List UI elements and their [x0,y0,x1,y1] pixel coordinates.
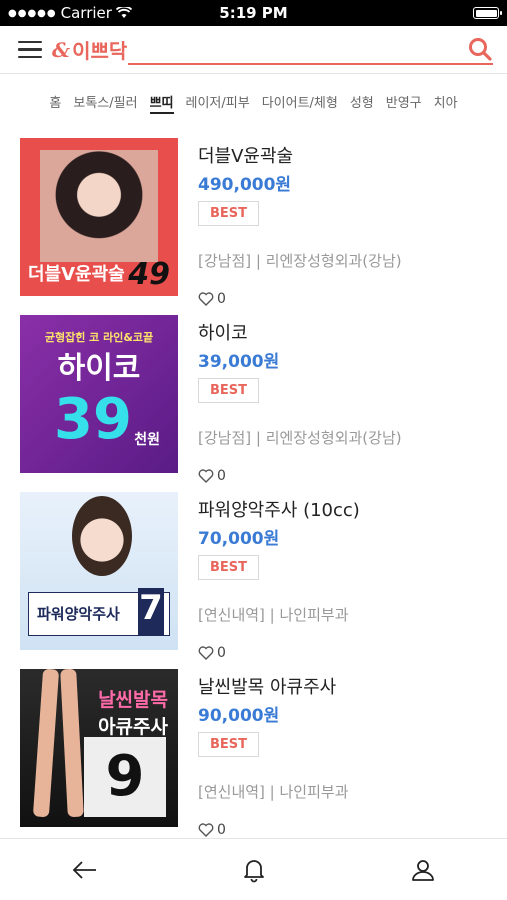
product-name[interactable]: 파워양악주사 (10cc) [198,496,360,522]
heart-icon [198,469,214,483]
thumb-price-number: 7 [138,588,164,636]
product-thumbnail[interactable]: 더블V윤곽술 49 [20,138,178,296]
clinic-info: [강남점] | 리엔장성형외과(강남) [198,252,402,270]
product-thumbnail[interactable]: 날씬발목 아큐주사 9 [20,669,178,827]
list-item[interactable]: 균형잡힌 코 라인&코끝 하이코 39 천원 하이코 39,000원 BEST … [0,315,507,492]
logo-text: 이쁘닥 [72,39,128,63]
product-thumbnail[interactable]: 파워양악주사 7 [20,492,178,650]
like-count: 0 [217,822,226,838]
heart-icon [198,292,214,306]
signal-icon: ●●●●● [8,7,57,19]
clock: 5:19 PM [219,4,288,22]
tab-diet-body[interactable]: 다이어트/체형 [262,92,338,136]
best-badge: BEST [198,201,260,226]
back-arrow-icon [72,860,96,879]
category-tabs: 홈 보톡스/필러 쁘띠 레이저/피부 다이어트/체형 성형 반영구 치아 [0,74,507,136]
search-underline[interactable] [128,63,493,65]
clinic-info: [연신내역] | 나인피부과 [198,783,349,801]
bell-icon [243,859,264,882]
bottom-nav [0,838,507,900]
back-button[interactable] [65,850,105,890]
tab-plastic-surgery[interactable]: 성형 [350,92,374,136]
product-thumbnail[interactable]: 균형잡힌 코 라인&코끝 하이코 39 천원 [20,315,178,473]
thumb-title: 하이코 [57,351,141,386]
profile-button[interactable] [403,850,443,890]
app-logo[interactable]: & 이쁘닥 [52,35,127,64]
thumb-price-unit: 천원 [134,432,160,448]
product-price: 70,000원 [198,529,280,549]
like-count: 0 [217,291,226,307]
logo-mark: & [52,37,71,62]
clinic-info: [강남점] | 리엔장성형외과(강남) [198,429,402,447]
clinic-info: [연신내역] | 나인피부과 [198,606,349,624]
thumb-caption: 파워양악주사 [37,605,120,623]
app-header: & 이쁘닥 [0,26,507,74]
like-button[interactable]: 0 [198,822,349,838]
product-list: 더블V윤곽술 49 더블V윤곽술 490,000원 BEST [강남점] | 리… [0,138,507,846]
thumb-caption: 더블V윤곽술 [28,264,125,285]
best-badge: BEST [198,555,260,580]
battery-icon [473,7,502,19]
list-item[interactable]: 파워양악주사 7 파워양악주사 (10cc) 70,000원 BEST [연신내… [0,492,507,669]
search-icon[interactable] [467,36,493,62]
thumb-price-number: 49 [128,257,170,292]
leg-graphic [60,669,84,818]
tab-petit[interactable]: 쁘띠 [149,92,174,114]
tab-dental[interactable]: 치아 [434,92,458,136]
like-button[interactable]: 0 [198,291,402,307]
thumb-title: 날씬발목 아큐주사 [98,685,168,739]
notifications-button[interactable] [234,850,274,890]
carrier-label: Carrier [60,4,112,22]
thumb-price-number: 39 [54,387,132,452]
model-photo [40,150,158,262]
model-photo [72,496,132,576]
status-bar: ●●●●● Carrier 5:19 PM [0,0,507,26]
wifi-icon [115,7,132,18]
like-button[interactable]: 0 [198,645,360,661]
like-count: 0 [217,645,226,661]
thumb-price-number: 9 [84,737,166,817]
best-badge: BEST [198,732,260,757]
leg-graphic [32,669,60,818]
like-count: 0 [217,468,226,484]
tab-botox-filler[interactable]: 보톡스/필러 [73,92,137,136]
thumb-title-line1: 날씬발목 [98,689,168,711]
menu-icon[interactable] [18,40,42,59]
best-badge: BEST [198,378,260,403]
thumb-title-line2: 아큐주사 [98,716,168,738]
list-item[interactable]: 더블V윤곽술 49 더블V윤곽술 490,000원 BEST [강남점] | 리… [0,138,507,315]
product-price: 39,000원 [198,352,280,372]
user-icon [411,859,434,881]
heart-icon [198,823,214,837]
product-price: 490,000원 [198,175,292,195]
tab-laser-skin[interactable]: 레이저/피부 [186,92,250,136]
like-button[interactable]: 0 [198,468,402,484]
product-price: 90,000원 [198,706,280,726]
tab-home[interactable]: 홈 [49,92,61,136]
product-name[interactable]: 더블V윤곽술 [198,142,402,168]
tab-semi-permanent[interactable]: 반영구 [386,92,422,136]
list-item[interactable]: 날씬발목 아큐주사 9 날씬발목 아큐주사 90,000원 BEST [연신내역… [0,669,507,846]
heart-icon [198,646,214,660]
product-name[interactable]: 하이코 [198,319,402,345]
product-name[interactable]: 날씬발목 아큐주사 [198,673,349,699]
